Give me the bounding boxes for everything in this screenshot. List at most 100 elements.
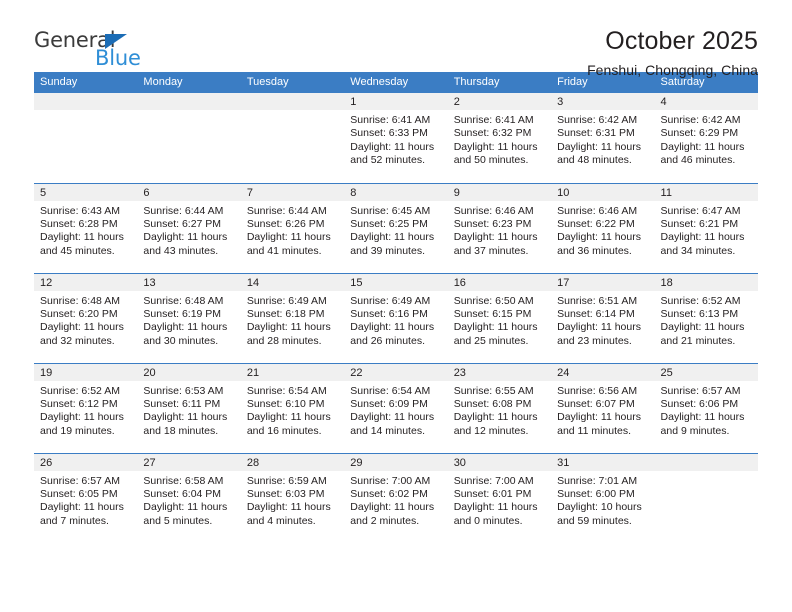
daylight-text-line2: and 14 minutes. bbox=[350, 424, 425, 437]
day-number: 8 bbox=[344, 183, 448, 201]
sunrise-text: Sunrise: 7:00 AM bbox=[350, 474, 431, 487]
calendar-day-cell[interactable]: 22 Sunrise: 6:54 AM Sunset: 6:09 PM Dayligh… bbox=[344, 362, 448, 453]
sunrise-text: Sunrise: 6:49 AM bbox=[246, 294, 327, 307]
calendar-day-cell[interactable] bbox=[34, 93, 138, 183]
sunrise-text: Sunrise: 6:45 AM bbox=[350, 204, 431, 217]
daylight-text-line2: and 37 minutes. bbox=[453, 244, 529, 257]
day-details: Sunrise: 6:56 AM Sunset: 6:07 PM Daylight:… bbox=[551, 381, 654, 439]
day-cell-content: 10 Sunrise: 6:46 AM Sunset: 6:22 PM Dayligh… bbox=[551, 183, 655, 273]
sunrise-text: Sunrise: 6:59 AM bbox=[246, 474, 327, 487]
sunrise-text: Sunrise: 6:53 AM bbox=[143, 384, 224, 397]
day-details: Sunrise: 6:53 AM Sunset: 6:11 PM Daylight:… bbox=[137, 381, 240, 439]
day-cell-content bbox=[240, 93, 345, 183]
sunset-text: Sunset: 6:29 PM bbox=[660, 127, 739, 140]
calendar-day-cell[interactable]: 9 Sunrise: 6:46 AM Sunset: 6:23 PM Daylight… bbox=[447, 182, 552, 273]
calendar-day-cell[interactable]: 6 Sunrise: 6:44 AM Sunset: 6:27 PM Daylight… bbox=[137, 182, 241, 273]
sunset-text: Sunset: 6:01 PM bbox=[453, 487, 532, 500]
daylight-text-line1: Daylight: 11 hours bbox=[246, 231, 331, 244]
calendar-day-cell[interactable]: 1 Sunrise: 6:41 AM Sunset: 6:33 PM Daylight… bbox=[344, 93, 448, 183]
day-number: 25 bbox=[654, 363, 758, 381]
day-number: 16 bbox=[447, 273, 552, 291]
calendar-day-cell[interactable]: 20 Sunrise: 6:53 AM Sunset: 6:11 PM Dayligh… bbox=[137, 362, 241, 453]
day-details: Sunrise: 6:41 AM Sunset: 6:32 PM Daylight:… bbox=[448, 110, 551, 168]
calendar-day-cell[interactable]: 7 Sunrise: 6:44 AM Sunset: 6:26 PM Daylight… bbox=[240, 182, 345, 273]
daylight-text-line2: and 59 minutes. bbox=[557, 514, 632, 527]
general-blue-logo[interactable]: General Blue bbox=[34, 28, 154, 78]
daylight-text-line2: and 36 minutes. bbox=[557, 244, 632, 257]
day-details: Sunrise: 7:00 AM Sunset: 6:02 PM Daylight:… bbox=[344, 471, 447, 529]
daylight-text-line2: and 0 minutes. bbox=[453, 514, 523, 527]
calendar-day-cell[interactable] bbox=[240, 93, 345, 183]
day-details: Sunrise: 6:49 AM Sunset: 6:18 PM Daylight:… bbox=[241, 291, 344, 349]
calendar-day-cell[interactable]: 17 Sunrise: 6:51 AM Sunset: 6:14 PM Dayligh… bbox=[551, 272, 655, 363]
calendar-day-cell[interactable]: 2 Sunrise: 6:41 AM Sunset: 6:32 PM Daylight… bbox=[447, 93, 552, 183]
day-cell-content: 17 Sunrise: 6:51 AM Sunset: 6:14 PM Dayligh… bbox=[551, 273, 655, 363]
day-details: Sunrise: 7:00 AM Sunset: 6:01 PM Daylight:… bbox=[448, 471, 551, 529]
day-cell-content bbox=[34, 93, 138, 183]
daylight-text-line2: and 11 minutes. bbox=[557, 424, 632, 437]
calendar-day-cell[interactable]: 30 Sunrise: 7:00 AM Sunset: 6:01 PM Dayligh… bbox=[447, 452, 552, 543]
day-number: 3 bbox=[551, 93, 655, 110]
daylight-text-line1: Daylight: 11 hours bbox=[557, 140, 641, 153]
daylight-text-line1: Daylight: 11 hours bbox=[350, 501, 435, 514]
day-number: 10 bbox=[551, 183, 655, 201]
dow-thursday: Thursday bbox=[447, 72, 552, 93]
sunset-text: Sunset: 6:10 PM bbox=[246, 397, 325, 410]
sunset-text: Sunset: 6:05 PM bbox=[40, 487, 118, 500]
sunrise-text: Sunrise: 6:48 AM bbox=[143, 294, 224, 307]
day-cell-content: 19 Sunrise: 6:52 AM Sunset: 6:12 PM Dayligh… bbox=[34, 363, 138, 453]
day-details: Sunrise: 6:58 AM Sunset: 6:04 PM Daylight:… bbox=[137, 471, 240, 529]
sunrise-text: Sunrise: 6:56 AM bbox=[557, 384, 638, 397]
calendar-day-cell[interactable]: 27 Sunrise: 6:58 AM Sunset: 6:04 PM Dayligh… bbox=[137, 452, 241, 543]
calendar-day-cell[interactable]: 21 Sunrise: 6:54 AM Sunset: 6:10 PM Dayligh… bbox=[240, 362, 345, 453]
calendar-day-cell[interactable] bbox=[654, 452, 758, 543]
calendar-day-cell[interactable]: 14 Sunrise: 6:49 AM Sunset: 6:18 PM Dayligh… bbox=[240, 272, 345, 363]
calendar-day-cell[interactable]: 12 Sunrise: 6:48 AM Sunset: 6:20 PM Dayligh… bbox=[34, 272, 138, 363]
sunrise-text: Sunrise: 6:54 AM bbox=[350, 384, 431, 397]
day-cell-content: 8 Sunrise: 6:45 AM Sunset: 6:25 PM Daylight… bbox=[344, 183, 448, 273]
day-cell-content: 1 Sunrise: 6:41 AM Sunset: 6:33 PM Daylight… bbox=[344, 93, 448, 183]
daylight-text-line2: and 48 minutes. bbox=[557, 154, 632, 167]
calendar-day-cell[interactable]: 10 Sunrise: 6:46 AM Sunset: 6:22 PM Dayligh… bbox=[551, 182, 655, 273]
day-details: Sunrise: 6:43 AM Sunset: 6:28 PM Daylight:… bbox=[34, 201, 137, 259]
day-details: Sunrise: 6:54 AM Sunset: 6:10 PM Daylight:… bbox=[241, 381, 344, 439]
sunrise-text: Sunrise: 6:58 AM bbox=[143, 474, 224, 487]
calendar-day-cell[interactable]: 18 Sunrise: 6:52 AM Sunset: 6:13 PM Dayligh… bbox=[654, 272, 758, 363]
calendar-day-cell[interactable]: 28 Sunrise: 6:59 AM Sunset: 6:03 PM Dayligh… bbox=[240, 452, 345, 543]
calendar-day-cell[interactable]: 31 Sunrise: 7:01 AM Sunset: 6:00 PM Dayligh… bbox=[551, 452, 655, 543]
day-number: 27 bbox=[137, 453, 241, 471]
day-number: 11 bbox=[654, 183, 758, 201]
calendar-day-cell[interactable]: 4 Sunrise: 6:42 AM Sunset: 6:29 PM Daylight… bbox=[654, 93, 758, 183]
calendar-week-row: 5 Sunrise: 6:43 AM Sunset: 6:28 PM Daylight… bbox=[34, 182, 758, 273]
calendar-day-cell[interactable]: 3 Sunrise: 6:42 AM Sunset: 6:31 PM Daylight… bbox=[551, 93, 655, 183]
sunrise-text: Sunrise: 6:57 AM bbox=[40, 474, 120, 487]
calendar-day-cell[interactable]: 29 Sunrise: 7:00 AM Sunset: 6:02 PM Dayligh… bbox=[344, 452, 448, 543]
sunrise-text: Sunrise: 7:00 AM bbox=[453, 474, 534, 487]
day-details: Sunrise: 6:47 AM Sunset: 6:21 PM Daylight:… bbox=[655, 201, 758, 259]
calendar-day-cell[interactable]: 15 Sunrise: 6:49 AM Sunset: 6:16 PM Dayligh… bbox=[344, 272, 448, 363]
calendar-day-cell[interactable]: 8 Sunrise: 6:45 AM Sunset: 6:25 PM Daylight… bbox=[344, 182, 448, 273]
calendar-day-cell[interactable]: 13 Sunrise: 6:48 AM Sunset: 6:19 PM Dayligh… bbox=[137, 272, 241, 363]
sunset-text: Sunset: 6:15 PM bbox=[453, 307, 532, 320]
day-number: 17 bbox=[551, 273, 655, 291]
daylight-text-line2: and 12 minutes. bbox=[453, 424, 529, 437]
daylight-text-line1: Daylight: 11 hours bbox=[246, 321, 331, 334]
calendar-day-cell[interactable]: 24 Sunrise: 6:56 AM Sunset: 6:07 PM Dayligh… bbox=[551, 362, 655, 453]
calendar-day-cell[interactable]: 16 Sunrise: 6:50 AM Sunset: 6:15 PM Dayligh… bbox=[447, 272, 552, 363]
calendar-day-cell[interactable]: 25 Sunrise: 6:57 AM Sunset: 6:06 PM Dayligh… bbox=[654, 362, 758, 453]
calendar-day-cell[interactable]: 11 Sunrise: 6:47 AM Sunset: 6:21 PM Dayligh… bbox=[654, 182, 758, 273]
calendar-day-cell[interactable] bbox=[137, 93, 241, 183]
daylight-text-line1: Daylight: 11 hours bbox=[40, 231, 124, 244]
calendar-day-cell[interactable]: 5 Sunrise: 6:43 AM Sunset: 6:28 PM Daylight… bbox=[34, 182, 138, 273]
sunrise-text: Sunrise: 6:41 AM bbox=[453, 114, 534, 126]
calendar-day-cell[interactable]: 23 Sunrise: 6:55 AM Sunset: 6:08 PM Dayligh… bbox=[447, 362, 552, 453]
daylight-text-line2: and 9 minutes. bbox=[660, 424, 730, 437]
daylight-text-line2: and 43 minutes. bbox=[143, 244, 219, 257]
calendar-day-cell[interactable]: 26 Sunrise: 6:57 AM Sunset: 6:05 PM Dayligh… bbox=[34, 452, 138, 543]
day-number: 12 bbox=[34, 273, 138, 291]
daylight-text-line2: and 39 minutes. bbox=[350, 244, 425, 257]
daylight-text-line1: Daylight: 10 hours bbox=[557, 501, 642, 514]
sunset-text: Sunset: 6:03 PM bbox=[246, 487, 325, 500]
daylight-text-line1: Daylight: 11 hours bbox=[453, 501, 538, 514]
calendar-day-cell[interactable]: 19 Sunrise: 6:52 AM Sunset: 6:12 PM Dayligh… bbox=[34, 362, 138, 453]
